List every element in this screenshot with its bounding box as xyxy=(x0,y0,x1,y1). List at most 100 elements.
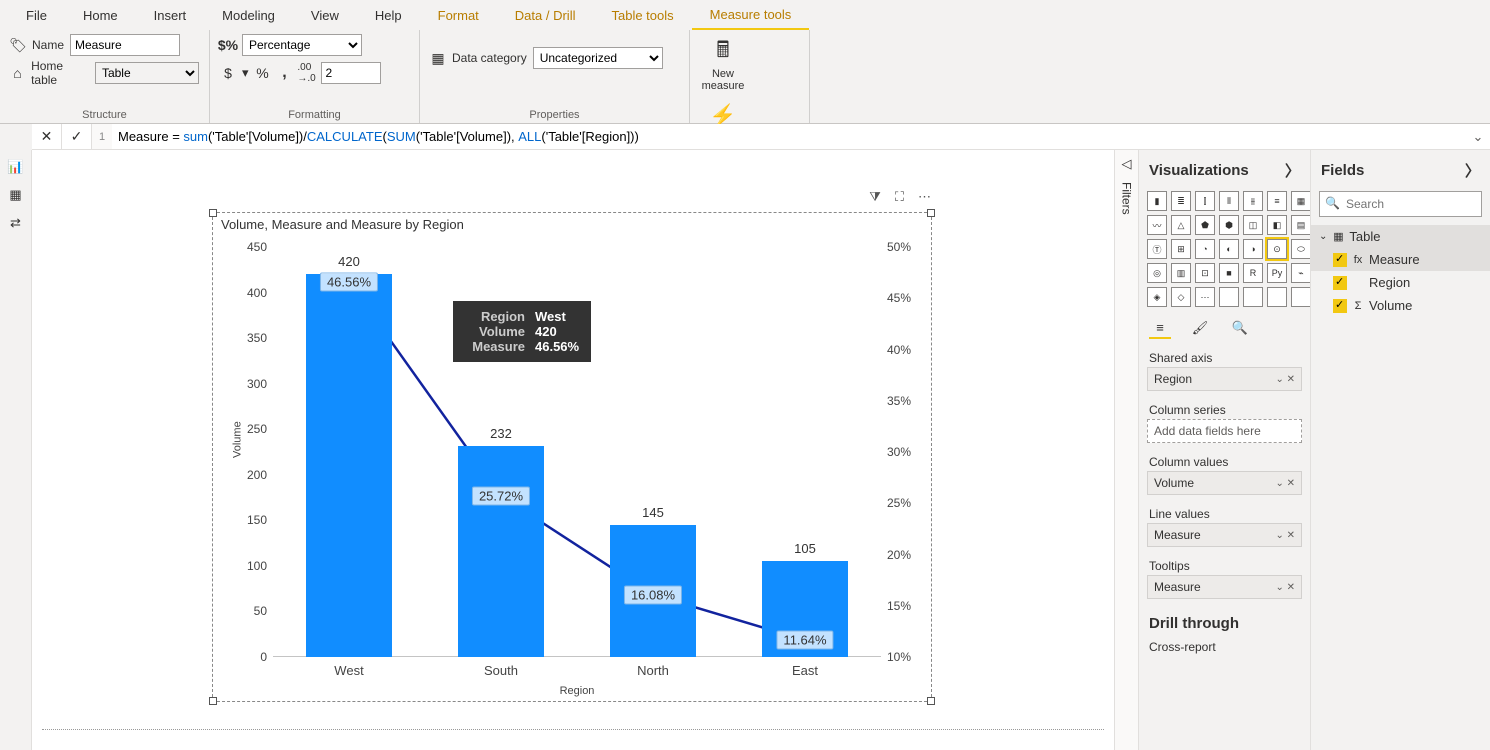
viz-type-19[interactable]: ⊙ xyxy=(1267,239,1287,259)
well-shared-axis[interactable]: Region⌄ ✕ xyxy=(1147,367,1302,391)
viz-type-21[interactable]: ◎ xyxy=(1147,263,1167,283)
fields-table-node[interactable]: ⌄ ▦ Table xyxy=(1311,225,1490,248)
filters-label: Filters xyxy=(1120,182,1134,215)
viz-type-15[interactable]: ⊞ xyxy=(1171,239,1191,259)
viz-type-26[interactable]: Py xyxy=(1267,263,1287,283)
menu-file[interactable]: File xyxy=(8,0,65,30)
chart-visual[interactable]: ⧩ ⛶ ⋯ Volume, Measure and Measure by Reg… xyxy=(212,212,932,702)
viz-type-22[interactable]: ▥ xyxy=(1171,263,1191,283)
well-tooltips[interactable]: Measure⌄ ✕ xyxy=(1147,575,1302,599)
viz-type-16[interactable]: ◔ xyxy=(1195,239,1215,259)
home-table-select[interactable]: Table xyxy=(95,62,199,84)
report-view-button[interactable]: 📊 xyxy=(5,156,27,178)
formula-expand-button[interactable]: ⌄ xyxy=(1466,124,1490,149)
viz-type-5[interactable]: ≡ xyxy=(1267,191,1287,211)
well-line-values[interactable]: Measure⌄ ✕ xyxy=(1147,523,1302,547)
viz-type-33[interactable] xyxy=(1267,287,1287,307)
menu-measure-tools[interactable]: Measure tools xyxy=(692,0,810,30)
viz-type-10[interactable]: ⬢ xyxy=(1219,215,1239,235)
y2-tick: 35% xyxy=(881,394,911,408)
report-canvas[interactable]: ⧩ ⛶ ⋯ Volume, Measure and Measure by Reg… xyxy=(32,150,1114,750)
new-measure-button[interactable]: 🖩 New measure xyxy=(700,34,746,92)
viz-type-17[interactable]: ◐ xyxy=(1219,239,1239,259)
well-column-series[interactable]: Add data fields here xyxy=(1147,419,1302,443)
thousands-button[interactable]: , xyxy=(277,65,293,81)
well-label-linevalues: Line values xyxy=(1139,501,1310,523)
checkbox[interactable] xyxy=(1333,276,1347,290)
viz-type-13[interactable]: ▤ xyxy=(1291,215,1311,235)
analytics-tab[interactable]: 🔍 xyxy=(1229,317,1251,339)
bar-west[interactable] xyxy=(306,274,391,657)
viz-type-18[interactable]: ◑ xyxy=(1243,239,1263,259)
category-label: West xyxy=(334,663,363,678)
menu-home[interactable]: Home xyxy=(65,0,136,30)
menu-format[interactable]: Format xyxy=(420,0,497,30)
collapse-viz-icon[interactable]: 〉 xyxy=(1285,160,1300,181)
viz-type-6[interactable]: ▦ xyxy=(1291,191,1311,211)
well-column-values[interactable]: Volume⌄ ✕ xyxy=(1147,471,1302,495)
viz-type-14[interactable]: Ⓣ xyxy=(1147,239,1167,259)
filters-pane-collapsed[interactable]: ◁ Filters xyxy=(1114,150,1138,750)
menu-table-tools[interactable]: Table tools xyxy=(593,0,691,30)
viz-type-7[interactable]: 〰 xyxy=(1147,215,1167,235)
home-table-label: Home table xyxy=(31,59,89,87)
fields-search-input[interactable] xyxy=(1319,191,1482,217)
focus-icon[interactable]: ⛶ xyxy=(895,189,904,205)
viz-type-11[interactable]: ◫ xyxy=(1243,215,1263,235)
decimals-input[interactable] xyxy=(321,62,381,84)
resize-handle[interactable] xyxy=(209,209,217,217)
y-tick: 300 xyxy=(247,377,273,391)
viz-type-28[interactable]: ◈ xyxy=(1147,287,1167,307)
viz-type-31[interactable] xyxy=(1219,287,1239,307)
viz-type-2[interactable]: ⫿ xyxy=(1195,191,1215,211)
resize-handle[interactable] xyxy=(927,209,935,217)
menu-help[interactable]: Help xyxy=(357,0,420,30)
measure-name-input[interactable] xyxy=(70,34,180,56)
viz-type-24[interactable]: ■ xyxy=(1219,263,1239,283)
checkbox[interactable] xyxy=(1333,299,1347,313)
currency-button[interactable]: $ xyxy=(220,65,236,81)
viz-type-27[interactable]: ⌁ xyxy=(1291,263,1311,283)
viz-type-1[interactable]: ≣ xyxy=(1171,191,1191,211)
collapse-fields-icon[interactable]: 〉 xyxy=(1465,160,1480,181)
viz-type-29[interactable]: ◇ xyxy=(1171,287,1191,307)
field-measure[interactable]: fxMeasure xyxy=(1311,248,1490,271)
viz-type-23[interactable]: ⊡ xyxy=(1195,263,1215,283)
viz-type-8[interactable]: △ xyxy=(1171,215,1191,235)
menu-modeling[interactable]: Modeling xyxy=(204,0,293,30)
menu-view[interactable]: View xyxy=(293,0,357,30)
format-select[interactable]: Percentage xyxy=(242,34,362,56)
viz-type-12[interactable]: ◧ xyxy=(1267,215,1287,235)
expand-filters-icon[interactable]: ◁ xyxy=(1122,156,1132,172)
checkbox[interactable] xyxy=(1333,253,1347,267)
viz-type-34[interactable] xyxy=(1291,287,1311,307)
viz-type-30[interactable]: ⋯ xyxy=(1195,287,1215,307)
group-caption-formatting: Formatting xyxy=(220,109,409,121)
percent-button[interactable]: % xyxy=(255,65,271,81)
formula-editor[interactable]: Measure = sum('Table'[Volume])/CALCULATE… xyxy=(112,124,1466,149)
data-view-button[interactable]: ▦ xyxy=(5,184,27,206)
filter-icon[interactable]: ⧩ xyxy=(869,189,881,205)
y2-tick: 15% xyxy=(881,599,911,613)
group-caption-properties: Properties xyxy=(430,109,679,121)
model-view-button[interactable]: ⇄ xyxy=(5,212,27,234)
workspace: 📊 ▦ ⇄ ⧩ ⛶ ⋯ Volume, Measure and Measure … xyxy=(0,150,1490,750)
format-tab[interactable]: 🖌 xyxy=(1189,317,1211,339)
viz-type-9[interactable]: ⬟ xyxy=(1195,215,1215,235)
formula-commit-button[interactable]: ✓ xyxy=(62,124,92,149)
menu-data-drill[interactable]: Data / Drill xyxy=(497,0,594,30)
menu-insert[interactable]: Insert xyxy=(136,0,205,30)
formula-cancel-button[interactable]: ✕ xyxy=(32,124,62,149)
more-icon[interactable]: ⋯ xyxy=(918,189,931,205)
field-region[interactable]: Region xyxy=(1311,271,1490,294)
bar-south[interactable] xyxy=(458,446,543,657)
viz-type-20[interactable]: ⬭ xyxy=(1291,239,1311,259)
viz-type-4[interactable]: ⫵ xyxy=(1243,191,1263,211)
viz-type-32[interactable] xyxy=(1243,287,1263,307)
data-category-select[interactable]: Uncategorized xyxy=(533,47,663,69)
viz-type-0[interactable]: ▮ xyxy=(1147,191,1167,211)
viz-type-25[interactable]: R xyxy=(1243,263,1263,283)
viz-type-3[interactable]: ⫴ xyxy=(1219,191,1239,211)
field-volume[interactable]: ΣVolume xyxy=(1311,294,1490,317)
fields-tab[interactable]: ≡ xyxy=(1149,317,1171,339)
